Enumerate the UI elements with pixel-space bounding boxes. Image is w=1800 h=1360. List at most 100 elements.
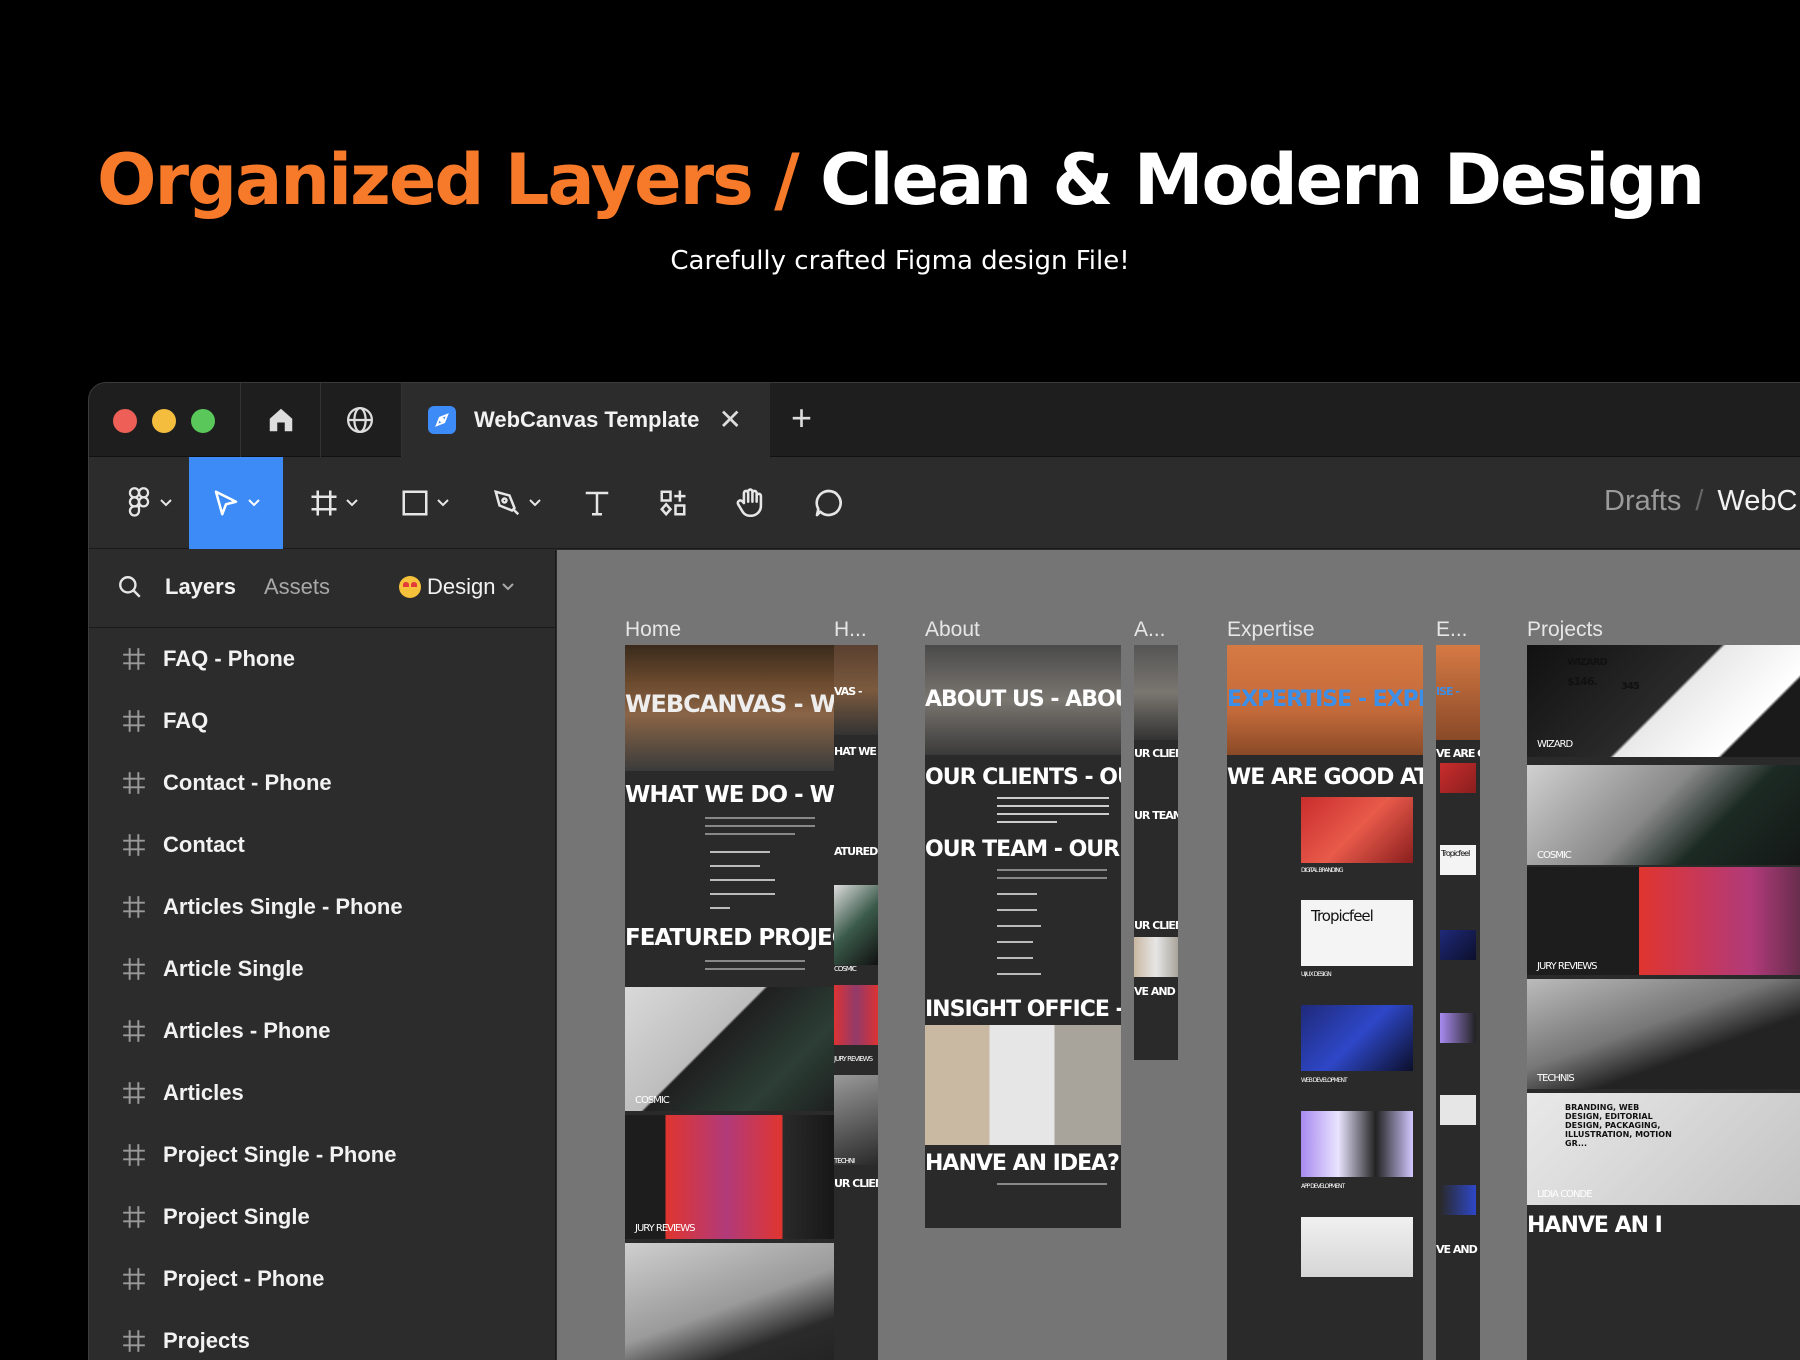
frame-label-expertise[interactable]: Expertise [1227,618,1315,642]
frame-expertise[interactable]: EXPERTISE - EXPERT WE ARE GOOD AT - W DI… [1227,645,1423,1360]
tab-webcanvas-template[interactable]: WebCanvas Template ✕ [402,383,770,457]
divider [240,383,241,457]
text-line [710,893,775,895]
close-window-button[interactable] [113,409,137,433]
layer-name: FAQ - Phone [163,646,295,671]
hero-title-rest: Clean & Modern Design [820,139,1705,221]
text-tool-button[interactable] [567,457,627,549]
frame-about[interactable]: ABOUT US - ABOUT OUR CLIENTS - OUR OUR T… [925,645,1121,1228]
expertise-phone-hero: ISE - [1436,685,1460,698]
tab-title: WebCanvas Template [474,407,700,432]
frame-label-expertise-phone[interactable]: E... [1436,618,1468,642]
frame-about-phone[interactable]: UR CLIEN UR TEAM UR CLIEN VE AND II [1134,645,1178,1060]
maximize-window-button[interactable] [191,409,215,433]
red-image [834,985,878,1045]
move-tool-button[interactable] [189,457,283,549]
figma-window: WebCanvas Template ✕ + Drafts / WebC Lay… [88,382,1800,1360]
minimize-window-button[interactable] [152,409,176,433]
search-icon[interactable] [117,574,143,600]
layer-item[interactable]: Project Single - Phone [89,1124,555,1186]
frame-icon [123,834,145,856]
hand-tool-button[interactable] [719,457,783,549]
frame-home-phone[interactable]: VAS - HAT WE D ATURED P COSMIC JURY REVI… [834,645,878,1360]
text-line [705,968,805,970]
phone-mockup-image [1440,1095,1476,1125]
project-label-jury: JURY REVIEWS [635,1223,695,1234]
tab-layers[interactable]: Layers [165,574,236,600]
text-line [997,877,1107,879]
frame-icon [123,1330,145,1352]
figma-menu-button[interactable] [109,457,189,549]
breadcrumb-drafts[interactable]: Drafts [1604,485,1681,518]
frame-icon [123,710,145,732]
frame-expertise-phone[interactable]: ISE - VE ARE GO Tropicfeel VE AND II [1436,645,1480,1360]
phone-app-image [1440,1013,1476,1043]
about-hero-text: ABOUT US - ABOUT [925,687,1121,712]
comment-tool-button[interactable] [797,457,861,549]
laptop-image [625,1243,850,1360]
layer-item[interactable]: Articles - Phone [89,1000,555,1062]
project-label-cosmic: COSMIC [635,1095,670,1106]
shape-tool-button[interactable] [385,457,465,549]
layer-item[interactable]: Project Single [89,1186,555,1248]
page-selector[interactable]: Design [399,574,515,600]
team-name [997,973,1041,975]
layer-item[interactable]: Project - Phone [89,1248,555,1310]
tab-assets[interactable]: Assets [264,574,330,600]
pen-tool-button[interactable] [477,457,557,549]
about-phone-office [1134,937,1178,977]
frame-projects[interactable]: WIZARD $146. 345 WIZARD COSMIC JURY REVI… [1527,645,1800,1360]
frame-label-about[interactable]: About [925,618,980,642]
breadcrumb-file-name[interactable]: WebC [1717,485,1797,518]
frame-icon [123,958,145,980]
new-tab-button[interactable]: + [791,397,812,439]
resources-icon [660,490,686,517]
layer-list: FAQ - Phone FAQ Contact - Phone Contact Arti… [89,628,555,1360]
layer-item[interactable]: Articles Single - Phone [89,876,555,938]
team-name [997,893,1037,895]
jury-reviews-image [1527,867,1800,975]
about-section-clients: OUR CLIENTS - OUR [925,765,1121,790]
text-line [997,797,1109,799]
close-tab-icon[interactable]: ✕ [719,403,742,436]
frame-icon [311,490,337,516]
home-hero-text: WEBCANVAS - WEB [625,690,850,718]
figma-file-icon [428,406,456,434]
cosmic-project-image [625,987,850,1111]
hero-title: Organized Layers / Clean & Modern Design [0,140,1800,220]
about-section-idea: HANVE AN IDEA? - H [925,1151,1121,1176]
canvas[interactable]: Home H... About A... Expertise E... Proj… [557,550,1800,1360]
wizard-price: $146. [1567,675,1598,688]
layer-item[interactable]: Projects [89,1310,555,1360]
branding-image [1301,797,1413,863]
expertise-item-app: APP DEVELOPMENT [1301,1183,1345,1190]
frame-icon [123,1082,145,1104]
chevron-down-icon [502,583,515,591]
star-eyes-emoji-icon [399,576,421,598]
layer-name: FAQ [163,708,209,733]
about-phone-clients-2: UR CLIEN [1134,919,1178,932]
frame-home[interactable]: WEBCANVAS - WEB WHAT WE DO - WHA FEATURE… [625,645,850,1360]
layer-item[interactable]: Contact - Phone [89,752,555,814]
layer-item[interactable]: FAQ [89,690,555,752]
phone-section-featured: ATURED P [834,845,878,858]
frame-tool-button[interactable] [294,457,374,549]
layer-item[interactable]: Article Single [89,938,555,1000]
phone-label-techni: TECHNI [834,1157,855,1165]
text-line [710,865,760,867]
frame-label-about-phone[interactable]: A... [1134,618,1166,642]
frame-label-home[interactable]: Home [625,618,681,642]
layer-item[interactable]: Contact [89,814,555,876]
layer-item[interactable]: FAQ - Phone [89,628,555,690]
mockup-image [1301,1217,1413,1277]
home-icon[interactable] [263,402,299,438]
frame-label-home-phone[interactable]: H... [834,618,867,642]
globe-icon[interactable] [342,402,378,438]
figma-logo-icon [128,487,150,517]
text-line [705,817,815,819]
home-section-what-we-do: WHAT WE DO - WHA [625,782,850,808]
layer-name: Articles - Phone [163,1018,331,1043]
frame-label-projects[interactable]: Projects [1527,618,1603,642]
layer-item[interactable]: Articles [89,1062,555,1124]
resources-tool-button[interactable] [643,457,703,549]
